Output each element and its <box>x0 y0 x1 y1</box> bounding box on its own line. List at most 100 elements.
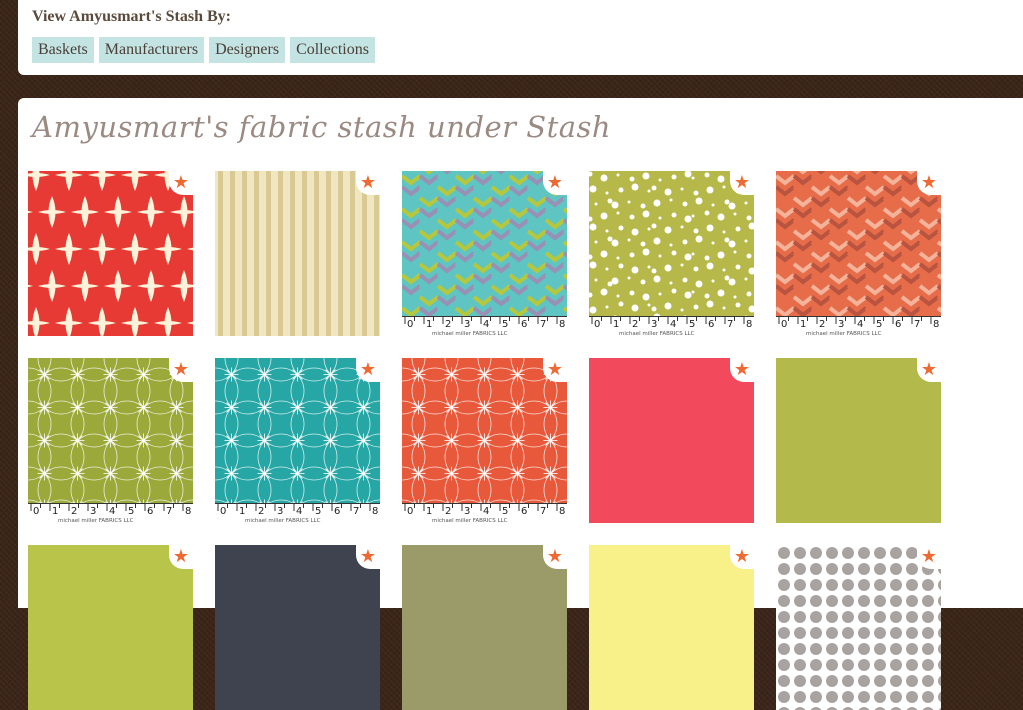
ruler-number: 0 <box>594 319 600 330</box>
favorite-star-icon[interactable]: ★ <box>734 547 750 567</box>
fabric-image[interactable] <box>402 171 567 336</box>
ruler-brand-text: michael miller FABRICS LLC <box>58 518 134 523</box>
stash-filter-panel: View Amyusmart's Stash By: Baskets Manuf… <box>18 0 1023 75</box>
ruler-number: 5 <box>502 319 508 330</box>
stash-filter-tabs: Baskets Manufacturers Designers Collecti… <box>32 37 375 63</box>
fabric-swatch-green-starburst[interactable]: 0 1 2 3 4 5 6 7 8 michael miller FABRICS LLC ★ <box>28 358 193 523</box>
ruler-brand-text: michael miller FABRICS LLC <box>432 518 508 523</box>
fabric-image[interactable] <box>402 358 567 523</box>
favorite-star-icon[interactable]: ★ <box>734 173 750 193</box>
favorite-star-icon[interactable]: ★ <box>921 173 937 193</box>
fabric-image[interactable] <box>215 358 380 523</box>
ruler-number: 6 <box>334 506 340 517</box>
ruler-number: 6 <box>895 319 901 330</box>
ruler-number: 2 <box>445 506 451 517</box>
ruler-number: 2 <box>71 506 77 517</box>
fabric-image[interactable] <box>589 545 754 710</box>
ruler-number: 5 <box>315 506 321 517</box>
ruler-strip: 0 1 2 3 4 5 6 7 8 michael miller FABRICS LLC <box>215 503 380 523</box>
fabric-image[interactable] <box>215 545 380 710</box>
fabric-image[interactable] <box>589 171 754 336</box>
favorite-star-icon[interactable]: ★ <box>547 360 563 380</box>
favorite-star-icon[interactable]: ★ <box>921 547 937 567</box>
ruler-number: 6 <box>708 319 714 330</box>
fabric-image[interactable] <box>776 545 941 710</box>
fabric-image[interactable] <box>589 358 754 523</box>
ruler-number: 0 <box>407 506 413 517</box>
ruler-number: 4 <box>483 319 489 330</box>
ruler-strip: 0 1 2 3 4 5 6 7 8 michael miller FABRICS LLC <box>402 503 567 523</box>
fabric-swatch-teal-chevron[interactable]: 0 1 2 3 4 5 6 7 8 michael miller FABRICS LLC ★ <box>402 171 567 336</box>
favorite-star-icon[interactable]: ★ <box>547 547 563 567</box>
fabric-swatch-pink-solid[interactable]: ★ <box>589 358 754 523</box>
fabric-swatch-green-floral[interactable]: 0 1 2 3 4 5 6 7 8 michael miller FABRICS LLC ★ <box>589 171 754 336</box>
ruler-number: 5 <box>689 319 695 330</box>
ruler-number: 3 <box>464 319 470 330</box>
favorite-star-icon[interactable]: ★ <box>173 360 189 380</box>
fabric-swatch-coral-chevron[interactable]: 0 1 2 3 4 5 6 7 8 michael miller FABRICS LLC ★ <box>776 171 941 336</box>
ruler-number: 8 <box>185 506 191 517</box>
ruler-number: 3 <box>651 319 657 330</box>
ruler-number: 0 <box>33 506 39 517</box>
ruler-number: 2 <box>258 506 264 517</box>
ruler-number: 6 <box>521 506 527 517</box>
ruler-number: 7 <box>540 319 546 330</box>
ruler-number: 7 <box>166 506 172 517</box>
stash-view-heading: View Amyusmart's Stash By: <box>32 8 231 25</box>
ruler-number: 4 <box>296 506 302 517</box>
favorite-star-icon[interactable]: ★ <box>173 547 189 567</box>
favorite-star-icon[interactable]: ★ <box>734 360 750 380</box>
ruler-number: 2 <box>445 319 451 330</box>
favorite-star-icon[interactable]: ★ <box>173 173 189 193</box>
ruler-number: 6 <box>147 506 153 517</box>
ruler-number: 5 <box>128 506 134 517</box>
fabric-image[interactable] <box>28 358 193 523</box>
fabric-swatch-yellow-solid[interactable]: ★ <box>589 545 754 710</box>
ruler-number: 8 <box>746 319 752 330</box>
ruler-number: 0 <box>781 319 787 330</box>
ruler-number: 7 <box>540 506 546 517</box>
ruler-number: 1 <box>426 319 432 330</box>
ruler-number: 4 <box>857 319 863 330</box>
ruler-number: 1 <box>613 319 619 330</box>
fabric-image[interactable] <box>776 358 941 523</box>
ruler-number: 4 <box>109 506 115 517</box>
fabric-swatch-orange-starburst[interactable]: 0 1 2 3 4 5 6 7 8 michael miller FABRICS LLC ★ <box>402 358 567 523</box>
fabric-image[interactable] <box>28 545 193 710</box>
fabric-swatch-cream-stripe[interactable]: ★ <box>215 171 380 336</box>
fabric-swatch-teal-starburst[interactable]: 0 1 2 3 4 5 6 7 8 michael miller FABRICS LLC ★ <box>215 358 380 523</box>
fabric-swatch-khaki-solid[interactable]: ★ <box>402 545 567 710</box>
fabric-swatch-olive-green-solid[interactable]: ★ <box>776 358 941 523</box>
tab-collections[interactable]: Collections <box>290 37 375 63</box>
ruler-number: 7 <box>727 319 733 330</box>
ruler-brand-text: michael miller FABRICS LLC <box>432 331 508 336</box>
favorite-star-icon[interactable]: ★ <box>921 360 937 380</box>
favorite-star-icon[interactable]: ★ <box>360 547 376 567</box>
favorite-star-icon[interactable]: ★ <box>360 360 376 380</box>
ruler-brand-text: michael miller FABRICS LLC <box>806 331 882 336</box>
favorite-star-icon[interactable]: ★ <box>547 173 563 193</box>
ruler-number: 1 <box>239 506 245 517</box>
ruler-number: 1 <box>52 506 58 517</box>
ruler-number: 3 <box>464 506 470 517</box>
tab-designers[interactable]: Designers <box>209 37 286 63</box>
fabric-image[interactable] <box>215 171 380 336</box>
ruler-number: 4 <box>483 506 489 517</box>
fabric-swatch-charcoal-solid[interactable]: ★ <box>215 545 380 710</box>
ruler-number: 8 <box>559 319 565 330</box>
ruler-number: 3 <box>90 506 96 517</box>
fabric-swatch-lime-solid[interactable]: ★ <box>28 545 193 710</box>
ruler-number: 5 <box>502 506 508 517</box>
ruler-number: 4 <box>670 319 676 330</box>
fabric-image[interactable] <box>402 545 567 710</box>
favorite-star-icon[interactable]: ★ <box>360 173 376 193</box>
tab-baskets[interactable]: Baskets <box>32 37 94 63</box>
ruler-strip: 0 1 2 3 4 5 6 7 8 michael miller FABRICS LLC <box>28 503 193 523</box>
ruler-number: 8 <box>933 319 939 330</box>
ruler-number: 3 <box>838 319 844 330</box>
tab-manufacturers[interactable]: Manufacturers <box>98 37 205 63</box>
fabric-image[interactable] <box>28 171 193 336</box>
fabric-image[interactable] <box>776 171 941 336</box>
fabric-swatch-gray-dots[interactable]: ★ <box>776 545 941 710</box>
fabric-swatch-red-ikat-diamond[interactable]: ★ <box>28 171 193 336</box>
